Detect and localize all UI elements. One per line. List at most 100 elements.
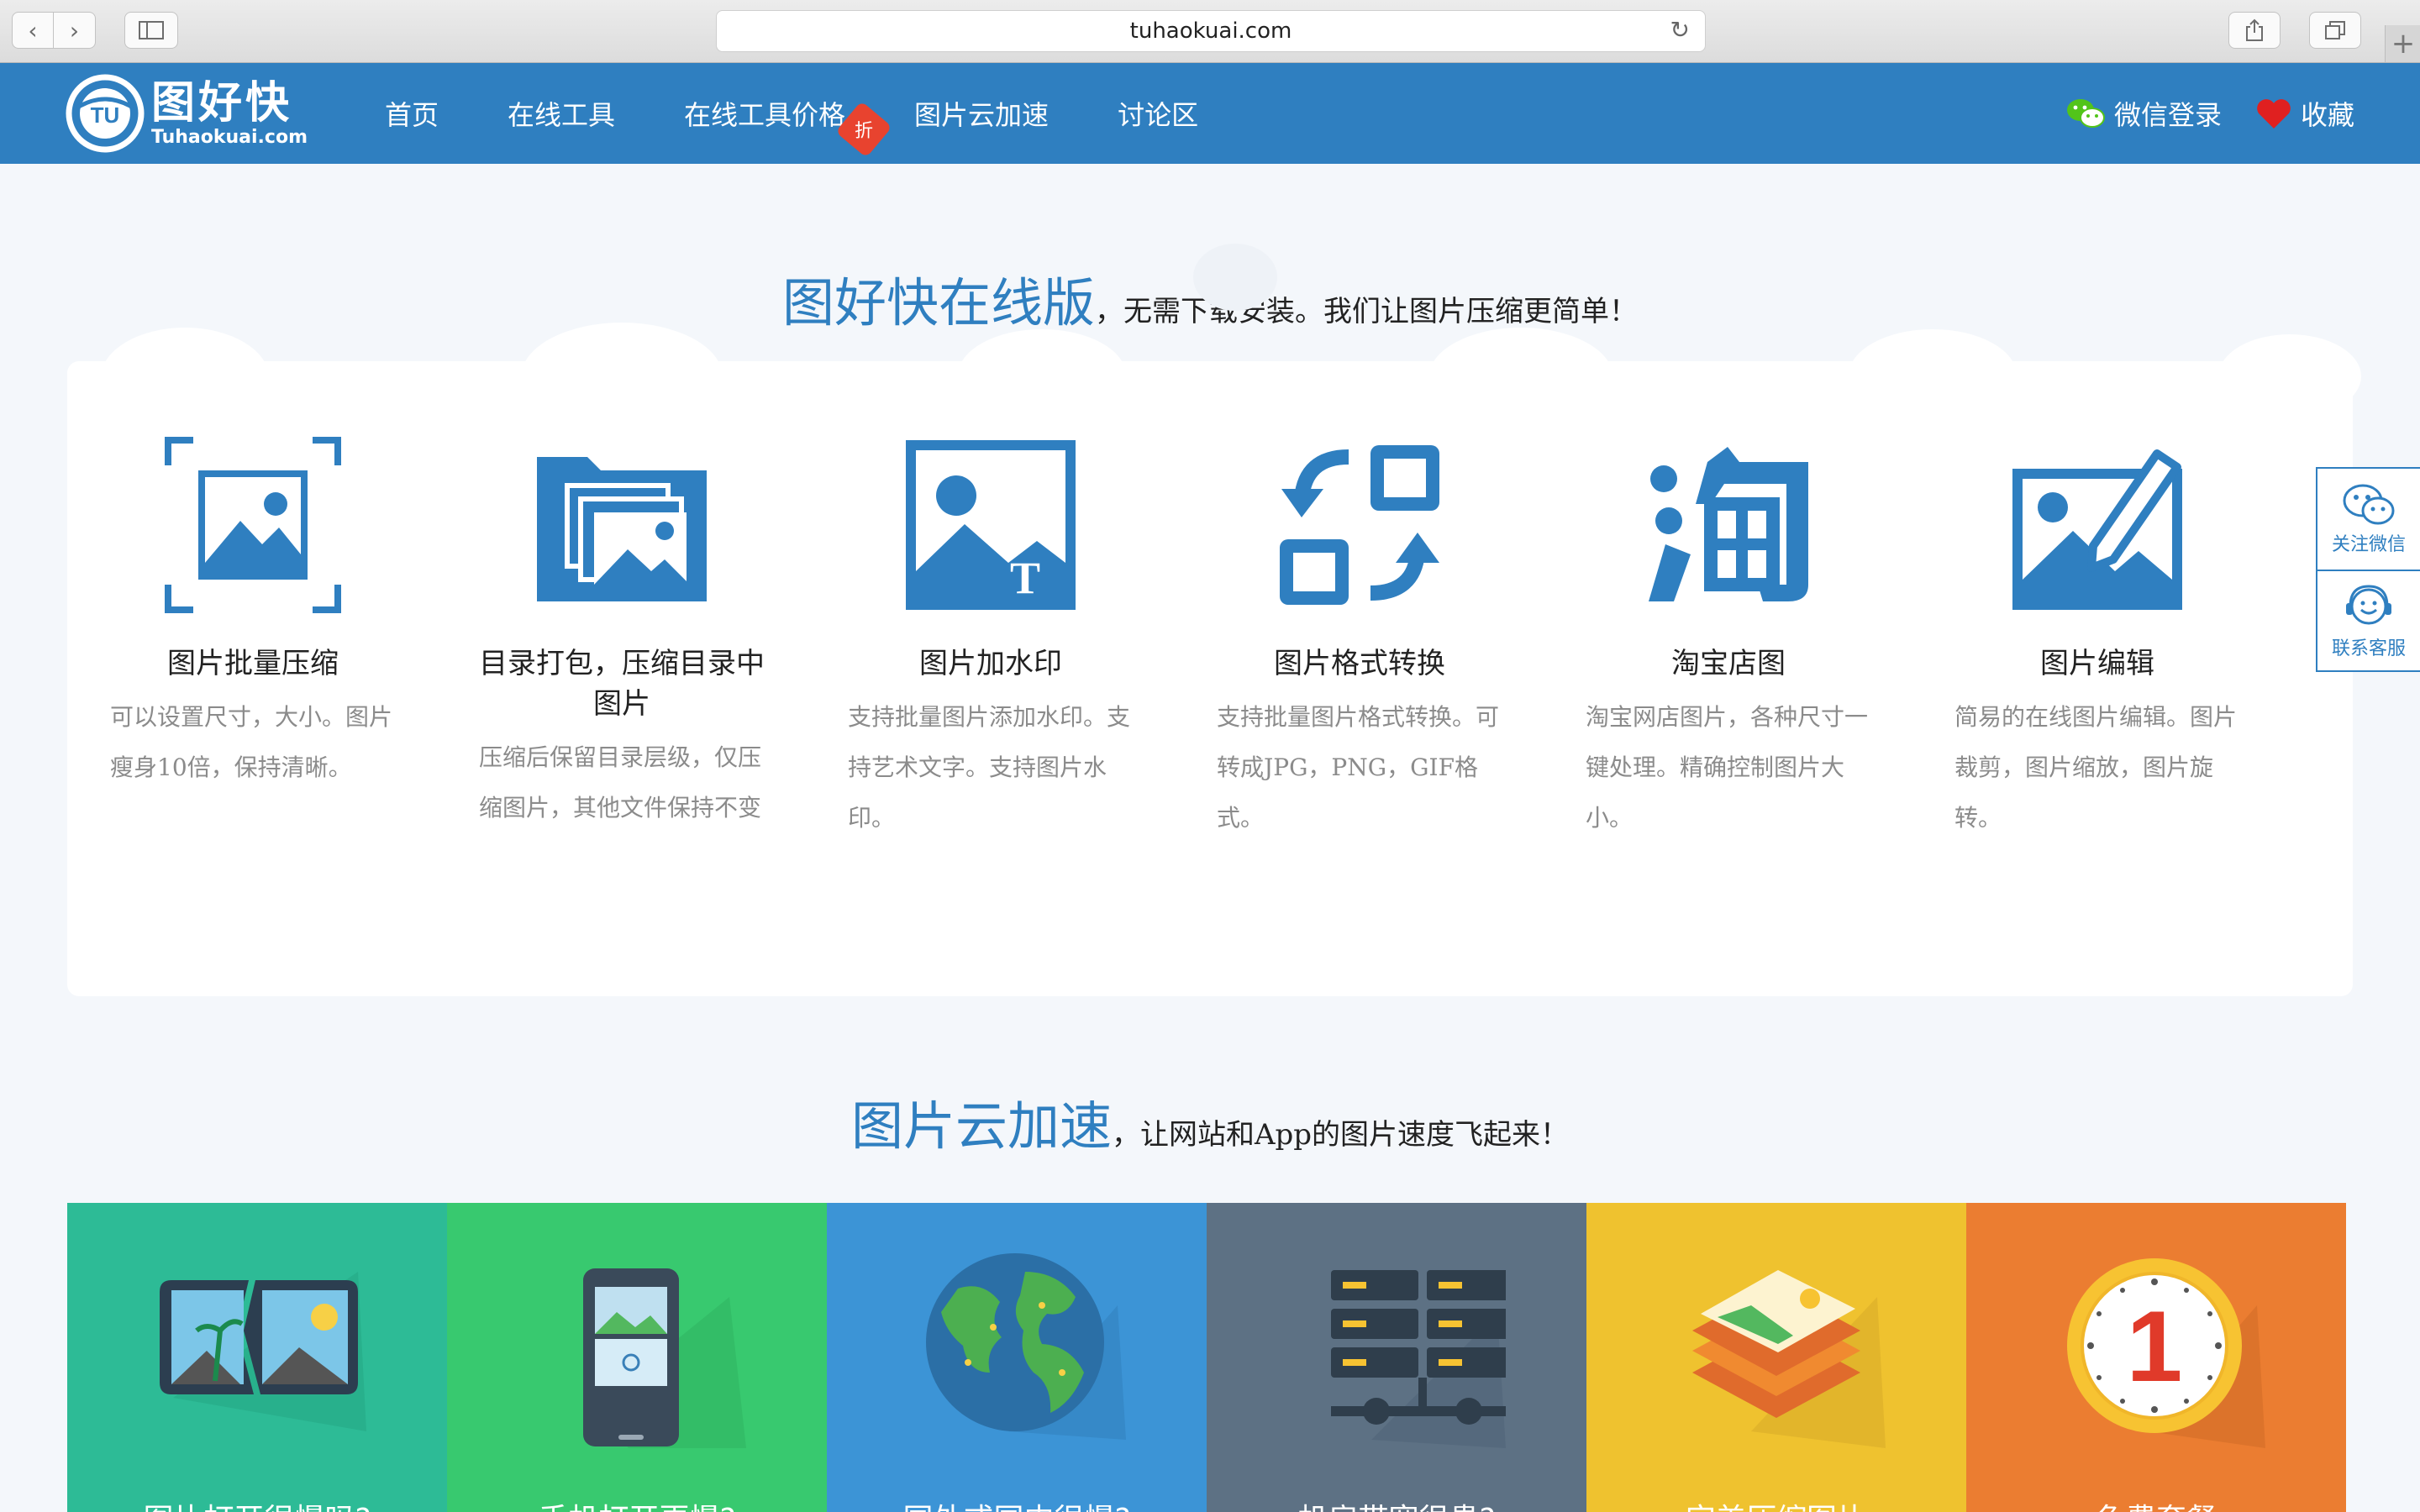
svg-text:T: T: [1010, 553, 1040, 603]
cloud-decoration: [1428, 328, 1613, 428]
back-button[interactable]: ‹: [12, 12, 54, 49]
sidebar-icon: [139, 21, 164, 39]
wechat-outline-icon: [2343, 484, 2395, 525]
feature-desc: 可以设置尺寸，大小。图片瘦身10倍，保持清晰。: [110, 703, 393, 781]
cloud-decoration: [101, 328, 269, 428]
tile-bandwidth-cost[interactable]: 机房带宽很贵?: [1207, 1203, 1586, 1512]
follow-wechat-button[interactable]: 关注微信: [2317, 469, 2420, 570]
watermark-icon: T: [906, 440, 1076, 610]
tabs-icon: [2325, 21, 2345, 39]
feature-title: 淘宝店图: [1671, 647, 1786, 680]
folder-pack-icon: [537, 457, 707, 601]
headset-icon: [2346, 585, 2391, 625]
contact-service-button[interactable]: 联系客服: [2317, 570, 2420, 672]
svg-text:TU: TU: [91, 102, 120, 128]
reload-icon[interactable]: ↻: [1670, 16, 1690, 44]
tile-label: 图片打开很慢吗?: [67, 1495, 447, 1512]
feature-watermark[interactable]: T 图片加水印 支持批量图片添加水印。支持艺术文字。支持图片水印。: [807, 437, 1175, 843]
cloud-decoration: [2218, 334, 2361, 418]
address-url: tuhaokuai.com: [1129, 18, 1292, 44]
tile-label: 免费套餐: [1966, 1495, 2346, 1512]
contact-service-label: 联系客服: [2331, 638, 2406, 659]
browser-toolbar: ‹ › tuhaokuai.com ↻ +: [0, 0, 2420, 63]
chevron-left-icon: ‹: [28, 16, 38, 45]
tile-slow-images[interactable]: 图片打开很慢吗?: [67, 1203, 447, 1512]
history-buttons: ‹ ›: [12, 12, 96, 49]
new-tab-button[interactable]: +: [2385, 25, 2420, 62]
tile-label: 完美压缩图片: [1586, 1495, 1966, 1512]
feature-desc: 压缩后保留目录层级，仅压缩图片，其他文件保持不变: [479, 743, 762, 822]
feature-title: 目录打包，压缩目录中图片: [479, 647, 765, 721]
nav-home[interactable]: 首页: [385, 94, 439, 133]
broken-photo-icon: [160, 1272, 366, 1431]
cloud-decoration: [1193, 244, 1277, 311]
tile-global-slow[interactable]: 国外或国内很慢?: [827, 1203, 1207, 1512]
phone-icon: [583, 1268, 746, 1448]
clock-icon: 1: [2067, 1258, 2265, 1448]
user-area: 微信登录 收藏: [2032, 63, 2354, 164]
share-button[interactable]: [2228, 12, 2281, 49]
plus-icon: +: [2391, 27, 2416, 60]
address-bar[interactable]: tuhaokuai.com ↻: [716, 10, 1706, 52]
batch-compress-icon: [165, 437, 341, 613]
favorite-label: 收藏: [2300, 99, 2354, 131]
nav-online-tools[interactable]: 在线工具: [508, 94, 615, 133]
show-tabs-button[interactable]: [2309, 12, 2361, 49]
tile-label: 国外或国内很慢?: [827, 1495, 1207, 1512]
format-convert-icon: [1280, 445, 1439, 605]
nav-tools-price[interactable]: 在线工具价格: [684, 94, 845, 133]
feature-folder-pack[interactable]: 目录打包，压缩目录中图片 压缩后保留目录层级，仅压缩图片，其他文件保持不变: [438, 437, 806, 843]
feature-batch-compress[interactable]: 图片批量压缩 可以设置尺寸，大小。图片瘦身10倍，保持清晰。: [69, 437, 437, 843]
feature-title: 图片编辑: [2040, 647, 2154, 680]
tile-mobile-slow[interactable]: 手机打开更慢?: [447, 1203, 827, 1512]
layers-icon: [1692, 1270, 1886, 1448]
wechat-login-label: 微信登录: [2113, 99, 2222, 131]
feature-desc: 淘宝网店图片，各种尺寸一键处理。精确控制图片大小。: [1586, 703, 1869, 832]
cloud-decoration: [958, 329, 1126, 422]
logo-text: 图好快 Tuhaokuai.com: [151, 79, 308, 148]
feature-title: 图片批量压缩: [167, 647, 339, 680]
taobao-icon: [1649, 447, 1808, 601]
svg-text:1: 1: [2127, 1290, 2183, 1403]
forward-button[interactable]: ›: [54, 12, 96, 49]
nav-cloud-acceleration[interactable]: 图片云加速: [914, 94, 1049, 133]
feature-title: 图片格式转换: [1274, 647, 1445, 680]
image-edit-icon: [2012, 449, 2182, 610]
discount-badge-text: 折: [854, 120, 874, 142]
nav-forum[interactable]: 讨论区: [1118, 94, 1198, 133]
feature-image-edit[interactable]: 图片编辑 简易的在线图片编辑。图片裁剪，图片缩放，图片旋转。: [1913, 437, 2281, 843]
feature-desc: 支持批量图片添加水印。支持艺术文字。支持图片水印。: [848, 703, 1131, 832]
feature-format-convert[interactable]: 图片格式转换 支持批量图片格式转换。可转成JPG，PNG，GIF格式。: [1176, 437, 1544, 843]
section-online-tools-title: 图好快在线版: [781, 272, 1095, 333]
section-cloud-subtitle: ，让网站和App的图片速度飞起来！: [1111, 1118, 1570, 1152]
logo-mark-icon: TU: [66, 74, 145, 153]
feature-desc: 支持批量图片格式转换。可转成JPG，PNG，GIF格式。: [1217, 703, 1500, 832]
feature-list: 图片批量压缩 可以设置尺寸，大小。图片瘦身10倍，保持清晰。 目录打包，压缩目录…: [69, 437, 2351, 843]
tile-label: 机房带宽很贵?: [1207, 1495, 1586, 1512]
section-cloud-heading: 图片云加速，让网站和App的图片速度飞起来！: [0, 1084, 2420, 1159]
tile-perfect-compress[interactable]: 完美压缩图片: [1586, 1203, 1966, 1512]
side-float-panel: 关注微信 联系客服: [2316, 467, 2420, 672]
cloud-decoration: [1849, 329, 2017, 422]
logo-en: Tuhaokuai.com: [151, 127, 308, 148]
cloud-tiles: 图片打开很慢吗? 手机打开更慢? 国外或国内很慢?: [67, 1203, 2346, 1512]
server-icon: [1331, 1270, 1506, 1448]
wechat-login-link[interactable]: 微信登录: [2065, 94, 2222, 133]
tile-label: 手机打开更慢?: [447, 1495, 827, 1512]
wechat-icon: [2066, 99, 2105, 128]
feature-title: 图片加水印: [919, 647, 1062, 680]
globe-icon: [926, 1253, 1126, 1440]
favorite-link[interactable]: 收藏: [2255, 94, 2354, 133]
feature-taobao[interactable]: 淘宝店图 淘宝网店图片，各种尺寸一键处理。精确控制图片大小。: [1544, 437, 1912, 843]
main-nav: 首页 在线工具 在线工具价格 图片云加速 讨论区: [385, 63, 1267, 164]
feature-desc: 简易的在线图片编辑。图片裁剪，图片缩放，图片旋转。: [1954, 703, 2238, 832]
logo-cn: 图好快: [151, 78, 293, 129]
site-header: TU 图好快 Tuhaokuai.com 首页 在线工具 在线工具价格 图片云加…: [0, 63, 2420, 164]
sidebar-toggle-button[interactable]: [124, 12, 178, 49]
cloud-decoration: [521, 323, 723, 432]
share-icon: [2246, 18, 2263, 41]
chevron-right-icon: ›: [69, 16, 80, 45]
follow-wechat-label: 关注微信: [2331, 534, 2406, 555]
site-logo[interactable]: TU 图好快 Tuhaokuai.com: [66, 74, 308, 153]
tile-free-plan[interactable]: 1 免费套餐: [1966, 1203, 2346, 1512]
